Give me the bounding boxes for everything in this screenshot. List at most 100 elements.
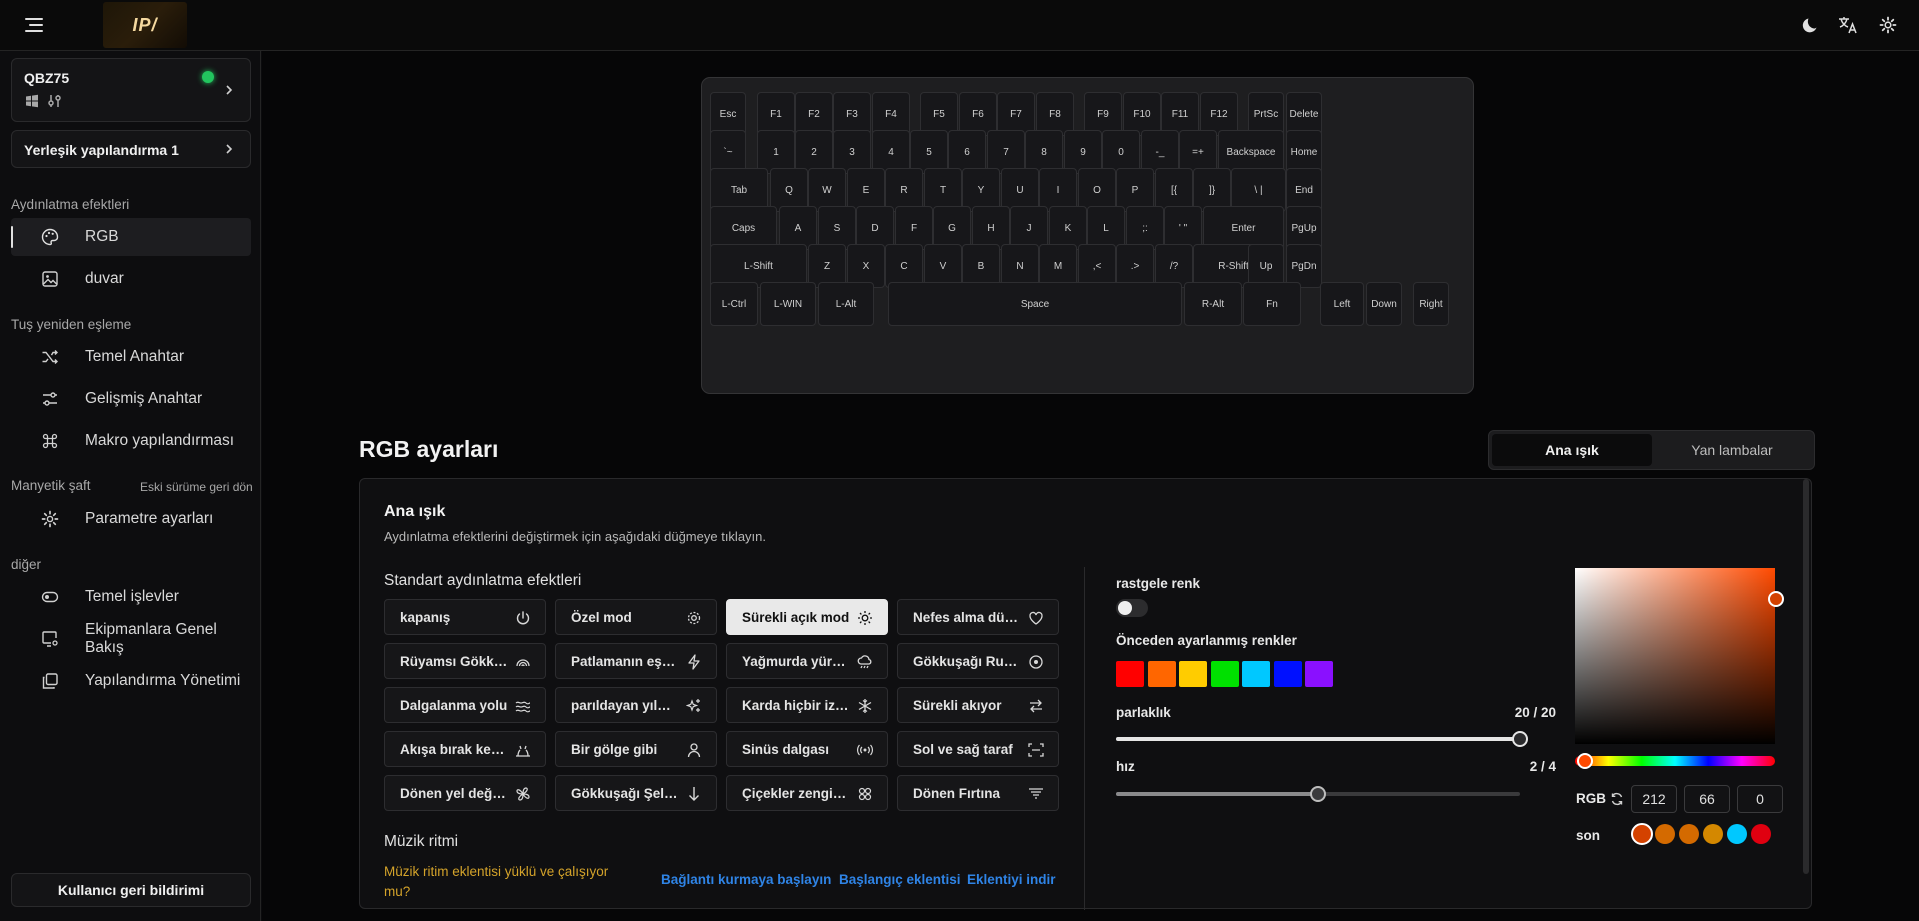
preset-color-swatch[interactable]: [1242, 661, 1270, 687]
device-card[interactable]: QBZ75: [11, 58, 251, 122]
key[interactable]: L-Ctrl: [710, 282, 758, 326]
speed-label: hız: [1116, 759, 1135, 774]
recent-color-swatch[interactable]: [1631, 823, 1653, 845]
effect-button[interactable]: Patlamanın eşiğinde: [555, 643, 717, 679]
effect-button[interactable]: Rüyamsı Gökkuşağı: [384, 643, 546, 679]
translate-icon[interactable]: [1837, 14, 1859, 36]
start-connection-link[interactable]: Bağlantı kurmaya başlayın: [661, 872, 831, 887]
download-plugin-link[interactable]: Eklentiyi indir: [967, 872, 1056, 887]
light-tabs: Ana ışık Yan lambalar: [1488, 430, 1815, 470]
effect-button[interactable]: Sürekli açık mod: [726, 599, 888, 635]
sidebar-item-basic-functions[interactable]: Temel işlevler: [11, 578, 251, 616]
preset-color-swatch[interactable]: [1147, 661, 1176, 687]
monitor-gear-icon: [41, 630, 59, 648]
sidebar-item-basic-key[interactable]: Temel Anahtar: [11, 338, 251, 376]
arrow-down-icon: [686, 786, 702, 802]
sidebar-item-parameters[interactable]: Parametre ayarları: [11, 500, 251, 538]
sidebar-item-duvar[interactable]: duvar: [11, 260, 251, 298]
sidebar-item-config-management[interactable]: Yapılandırma Yönetimi: [11, 662, 251, 700]
key[interactable]: Down: [1366, 282, 1402, 326]
section-lighting: Aydınlatma efektleri: [11, 197, 130, 212]
effect-label: Sürekli akıyor: [913, 697, 1002, 713]
key[interactable]: L-WIN: [760, 282, 816, 326]
key[interactable]: L-Alt: [818, 282, 874, 326]
key[interactable]: Fn: [1243, 282, 1301, 326]
windows-icon: [25, 94, 39, 108]
effect-button[interactable]: kapanış: [384, 599, 546, 635]
recent-color-swatch[interactable]: [1751, 824, 1771, 844]
brightness-value: 20 / 20: [1514, 705, 1556, 720]
panel-scrollbar[interactable]: [1803, 479, 1809, 874]
key[interactable]: Right: [1413, 282, 1449, 326]
connection-status-dot: [202, 71, 214, 83]
flower-icon: [857, 786, 873, 802]
effect-button[interactable]: Dalgalanma yolu: [384, 687, 546, 723]
effect-label: Çiçekler zenginleşir: [742, 785, 850, 801]
sidebar-item-label: Makro yapılandırması: [85, 432, 235, 449]
recent-color-swatch[interactable]: [1679, 824, 1699, 844]
effect-button[interactable]: Yağmurda yürümek: [726, 643, 888, 679]
key[interactable]: Space: [888, 282, 1182, 326]
hue-slider-knob[interactable]: [1577, 753, 1593, 769]
effect-label: Sinüs dalgası: [742, 741, 830, 757]
sidebar-item-label: duvar: [85, 270, 124, 287]
dark-mode-moon-icon[interactable]: [1800, 14, 1822, 36]
sidebar-item-device-overview[interactable]: Ekipmanlara Genel Bakış: [11, 620, 251, 658]
color-picker-handle[interactable]: [1768, 591, 1784, 607]
user-feedback-button[interactable]: Kullanıcı geri bildirimi: [11, 873, 251, 907]
key[interactable]: Left: [1320, 282, 1364, 326]
user-feedback-label: Kullanıcı geri bildirimi: [57, 882, 205, 898]
target-icon: [1028, 654, 1044, 670]
recent-color-swatch[interactable]: [1727, 824, 1747, 844]
sidebar-item-macro[interactable]: Makro yapılandırması: [11, 422, 251, 460]
recent-color-swatch[interactable]: [1703, 824, 1723, 844]
green-input[interactable]: 66: [1684, 785, 1730, 813]
panel-subtitle: Aydınlatma efektlerini değiştirmek için …: [384, 529, 767, 544]
preset-color-swatch[interactable]: [1210, 661, 1239, 687]
random-color-toggle[interactable]: [1116, 599, 1148, 617]
effect-button[interactable]: Bir gölge gibi: [555, 731, 717, 767]
config-label: Yerleşik yapılandırma 1: [24, 142, 179, 158]
preset-color-swatch[interactable]: [1179, 661, 1207, 687]
config-selector[interactable]: Yerleşik yapılandırma 1: [11, 130, 251, 168]
effect-button[interactable]: Sinüs dalgası: [726, 731, 888, 767]
color-saturation-picker[interactable]: [1575, 568, 1775, 744]
revert-version-link[interactable]: Eski sürüme geri dön: [140, 480, 253, 494]
effect-button[interactable]: Dönen Fırtına: [897, 775, 1059, 811]
effect-button[interactable]: Özel mod: [555, 599, 717, 635]
refresh-icon[interactable]: [1610, 792, 1624, 806]
settings-gear-icon[interactable]: [1877, 14, 1899, 36]
effect-button[interactable]: Dönen yel değirmeni: [384, 775, 546, 811]
brightness-slider-knob[interactable]: [1512, 731, 1528, 747]
toggle-knob: [1118, 601, 1132, 615]
rgb-label: RGB: [1576, 791, 1606, 806]
sidebar-item-advanced-key[interactable]: Gelişmiş Anahtar: [11, 380, 251, 418]
preset-color-swatch[interactable]: [1305, 661, 1333, 687]
effect-button[interactable]: Akışa bırak kendini: [384, 731, 546, 767]
effect-button[interactable]: Çiçekler zenginleşir: [726, 775, 888, 811]
broadcast-icon: [857, 742, 873, 758]
menu-icon[interactable]: [22, 13, 46, 37]
effect-button[interactable]: Karda hiçbir iz yok: [726, 687, 888, 723]
hue-slider[interactable]: [1575, 756, 1775, 766]
effect-label: kapanış: [400, 609, 451, 625]
speed-slider-knob[interactable]: [1310, 786, 1326, 802]
sidebar-item-rgb[interactable]: RGB: [11, 218, 251, 256]
tab-main-light[interactable]: Ana ışık: [1492, 434, 1652, 466]
effect-button[interactable]: Gökkuşağı Ruleti: [897, 643, 1059, 679]
recent-color-swatch[interactable]: [1655, 824, 1675, 844]
sidebar-item-label: RGB: [85, 228, 119, 245]
key[interactable]: R-Alt: [1184, 282, 1242, 326]
effect-button[interactable]: Sol ve sağ taraf: [897, 731, 1059, 767]
tab-side-lamps[interactable]: Yan lambalar: [1652, 434, 1812, 466]
red-input[interactable]: 212: [1631, 785, 1677, 813]
snowflake-icon: [857, 698, 873, 714]
preset-color-swatch[interactable]: [1116, 661, 1144, 687]
effect-button[interactable]: Gökkuşağı Şelalesi: [555, 775, 717, 811]
effect-button[interactable]: Nefes alma düzeni: [897, 599, 1059, 635]
effect-button[interactable]: parıldayan yıldızlar: [555, 687, 717, 723]
preset-color-swatch[interactable]: [1273, 661, 1302, 687]
blue-input[interactable]: 0: [1737, 785, 1783, 813]
effect-button[interactable]: Sürekli akıyor: [897, 687, 1059, 723]
startup-plugin-link[interactable]: Başlangıç eklentisi: [839, 872, 961, 887]
